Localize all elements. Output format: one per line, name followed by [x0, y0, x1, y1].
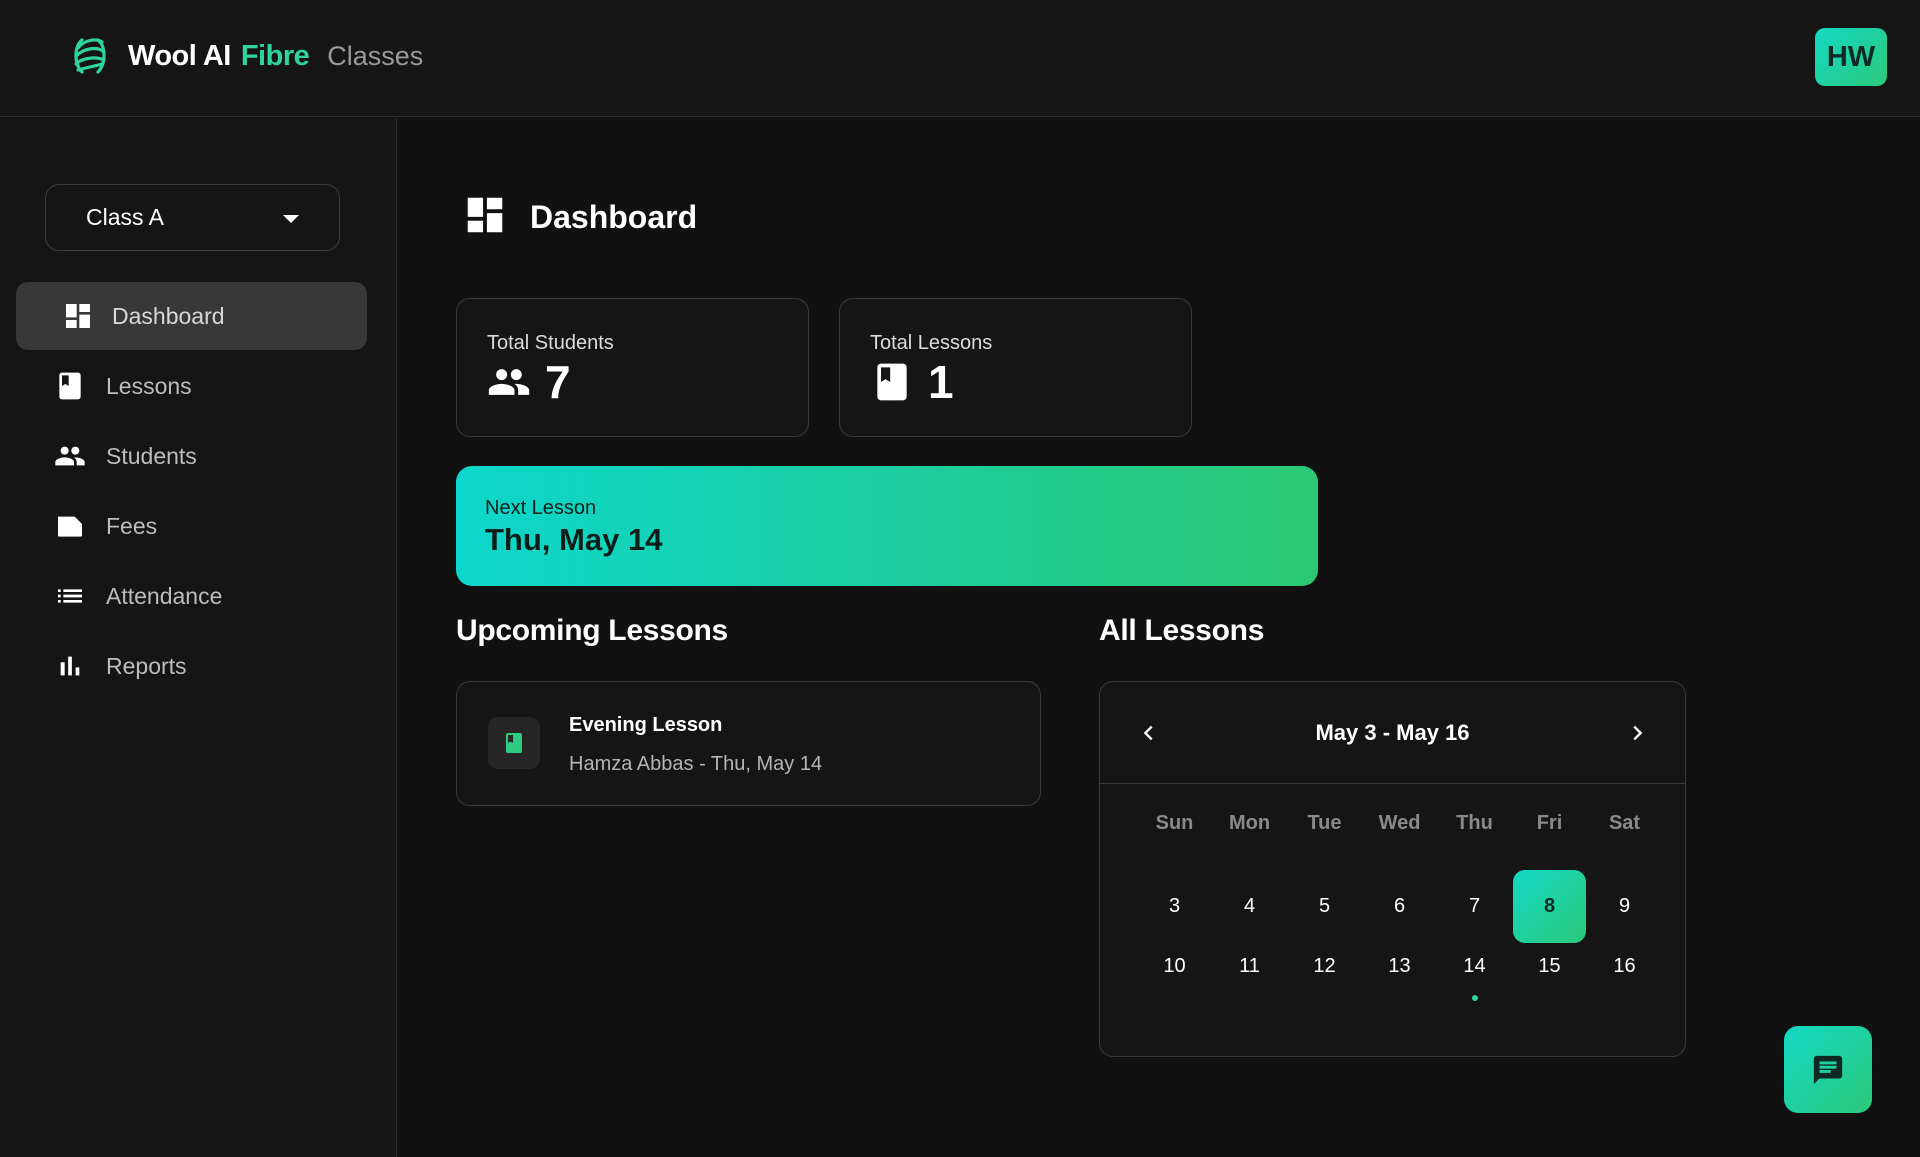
- wool-logo-icon: [70, 34, 110, 78]
- next-lesson-date: Thu, May 14: [485, 522, 663, 557]
- sidebar-item-dashboard[interactable]: Dashboard: [16, 282, 367, 350]
- stat-card-students: Total Students 7: [456, 298, 809, 437]
- book-icon: [54, 370, 86, 402]
- sidebar-item-label: Students: [106, 442, 197, 469]
- calendar-day-label: 15: [1538, 955, 1561, 977]
- stat-label: Total Lessons: [870, 332, 993, 354]
- calendar-weekday: Wed: [1378, 812, 1421, 834]
- calendar-day-label: 13: [1388, 955, 1411, 977]
- calendar-day[interactable]: 15: [1512, 930, 1587, 1003]
- calendar-day[interactable]: 12: [1287, 930, 1362, 1003]
- list-icon: [54, 580, 86, 612]
- stat-value-row: 7: [487, 355, 571, 409]
- sidebar-item-students[interactable]: Students: [16, 422, 367, 490]
- calendar-weekday: Mon: [1228, 812, 1271, 834]
- sidebar-item-reports[interactable]: Reports: [16, 632, 367, 700]
- calendar-weekday: Fri: [1536, 812, 1563, 834]
- calendar-day[interactable]: 14: [1437, 930, 1512, 1003]
- caret-down-icon: [283, 215, 299, 223]
- calendar-day[interactable]: 10: [1137, 930, 1212, 1003]
- class-selector[interactable]: Class A: [45, 184, 340, 251]
- sidebar-item-lessons[interactable]: Lessons: [16, 352, 367, 420]
- class-selector-value: Class A: [86, 204, 164, 230]
- brand[interactable]: Wool AI Fibre Classes: [70, 34, 423, 78]
- sidebar-item-label: Lessons: [106, 372, 192, 399]
- stat-card-lessons: Total Lessons 1: [839, 298, 1192, 437]
- sidebar-item-label: Fees: [106, 512, 158, 539]
- stat-value: 1: [928, 356, 954, 408]
- stat-value: 7: [545, 356, 571, 408]
- calendar-day[interactable]: 11: [1212, 930, 1287, 1003]
- stat-label: Total Students: [487, 332, 614, 354]
- calendar-week-row: 10 11 12 13 14 15 16: [1137, 930, 1662, 1003]
- calendar-day[interactable]: 16: [1587, 930, 1662, 1003]
- top-bar: Wool AI Fibre Classes HW: [0, 0, 1920, 117]
- bar-chart-icon: [54, 650, 86, 682]
- stat-value-row: 1: [870, 355, 954, 409]
- people-icon: [488, 369, 530, 395]
- lessons-calendar: May 3 - May 16 Sun Mon Tue Wed Thu Fri Sat 345…: [1099, 681, 1686, 1057]
- page-title: Dashboard: [530, 199, 698, 235]
- lesson-icon-box: [488, 717, 540, 769]
- chat-button[interactable]: [1784, 1026, 1872, 1113]
- brand-name: Wool AI: [128, 39, 231, 72]
- calendar-weekday: Sun: [1155, 812, 1194, 834]
- label-icon: [54, 510, 86, 542]
- calendar-header: May 3 - May 16: [1100, 682, 1685, 784]
- all-lessons-title: All Lessons: [1099, 614, 1265, 647]
- sidebar-item-attendance[interactable]: Attendance: [16, 562, 367, 630]
- sidebar-item-label: Attendance: [106, 582, 223, 609]
- sidebar-nav: Dashboard Lessons Students Fees Attendan…: [16, 282, 367, 702]
- lesson-subtitle: Hamza Abbas - Thu, May 14: [569, 753, 823, 775]
- user-avatar[interactable]: HW: [1815, 28, 1887, 86]
- next-lesson-label: Next Lesson: [485, 497, 597, 519]
- calendar-range: May 3 - May 16: [1315, 720, 1470, 745]
- calendar-weekday: Thu: [1456, 812, 1493, 834]
- lesson-card[interactable]: Evening Lesson Hamza Abbas - Thu, May 14: [456, 681, 1041, 806]
- calendar-weekday: Sat: [1608, 812, 1641, 834]
- calendar-day[interactable]: 13: [1362, 930, 1437, 1003]
- sidebar-item-fees[interactable]: Fees: [16, 492, 367, 560]
- next-lesson-banner[interactable]: Next Lesson Thu, May 14: [456, 466, 1318, 586]
- chat-icon: [1813, 1055, 1843, 1084]
- section-title: Classes: [327, 40, 424, 71]
- brand-accent: Fibre: [240, 39, 310, 72]
- calendar-next-button[interactable]: [1620, 716, 1654, 750]
- chevron-right-icon: [1633, 725, 1643, 741]
- calendar-day-label: 12: [1313, 955, 1336, 977]
- lesson-indicator-dot: [1472, 995, 1478, 1001]
- sidebar-item-label: Reports: [106, 652, 187, 679]
- calendar-weeks: 3 4 5 6 7 8 9 10 11 12 13 14 15 16: [1137, 870, 1662, 1003]
- calendar-weekday: Tue: [1307, 812, 1342, 834]
- people-icon: [54, 440, 86, 472]
- book-icon: [506, 733, 522, 753]
- calendar-day-label: 14: [1463, 955, 1486, 977]
- sidebar-item-label: Dashboard: [112, 302, 225, 329]
- calendar-day-label: 10: [1163, 955, 1186, 977]
- calendar-day-label: 16: [1613, 955, 1636, 977]
- sidebar: Class A Dashboard Lessons Students Fees …: [0, 118, 397, 1157]
- upcoming-lessons-title: Upcoming Lessons: [456, 614, 728, 647]
- dashboard-icon: [62, 300, 94, 332]
- book-icon: [877, 363, 907, 401]
- dashboard-icon: [462, 192, 508, 243]
- lesson-title: Evening Lesson: [569, 714, 723, 736]
- calendar-weekdays: Sun Mon Tue Wed Thu Fri Sat: [1137, 812, 1662, 844]
- calendar-grid: Sun Mon Tue Wed Thu Fri Sat 3 4 5 6 7 8 9 10 11 12 13 14 1…: [1137, 812, 1662, 1003]
- page-header: Dashboard: [462, 192, 697, 243]
- calendar-day-label: 11: [1239, 955, 1260, 977]
